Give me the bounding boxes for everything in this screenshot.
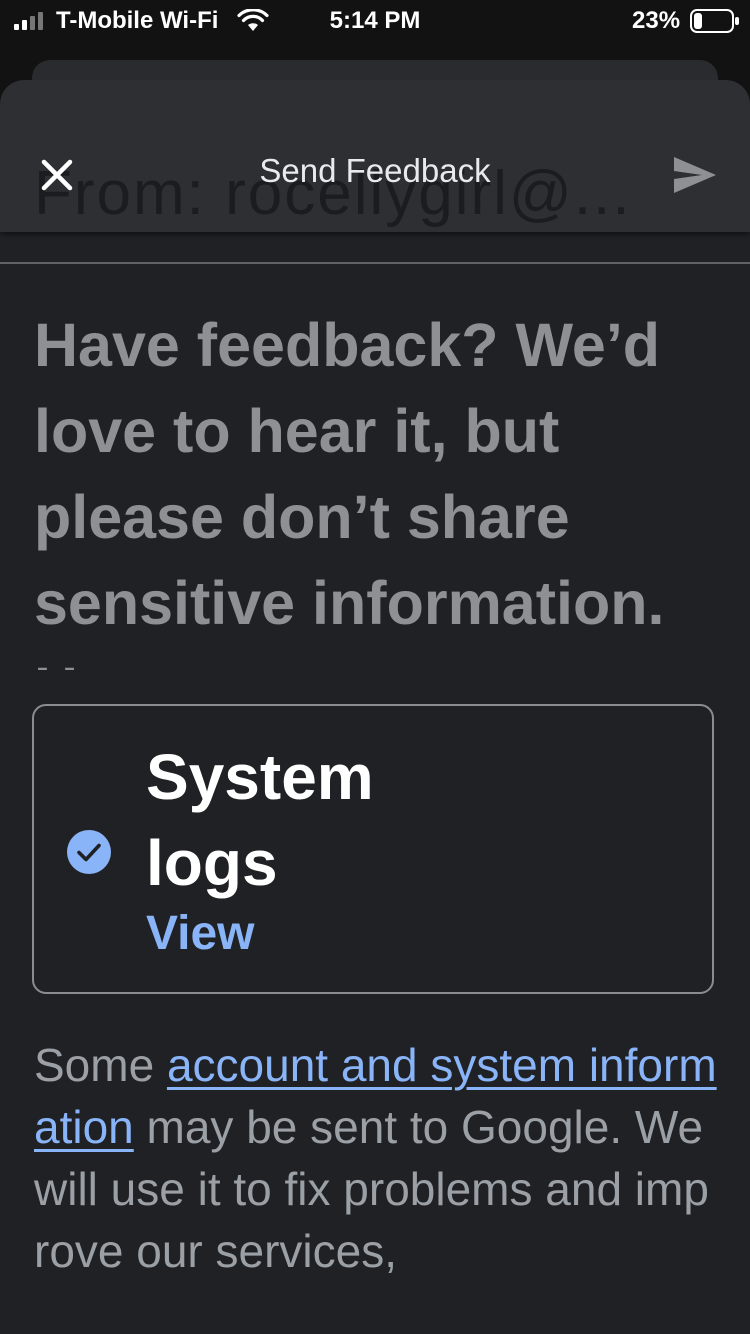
- divider: [0, 262, 750, 264]
- page-title: Send Feedback: [259, 152, 491, 189]
- view-logs-link[interactable]: View: [146, 906, 255, 961]
- check-circle-icon[interactable]: [66, 829, 112, 875]
- send-icon[interactable]: [672, 154, 718, 196]
- feedback-textarea[interactable]: Have feedback? We’d love to hear it, but…: [34, 302, 714, 670]
- system-logs-card[interactable]: System logs View: [32, 704, 714, 994]
- toolbar: From: rocellygirl@... Send Feedback: [0, 80, 750, 232]
- system-logs-label: System logs: [146, 741, 374, 899]
- battery-icon: [690, 9, 739, 33]
- info-text: Some account and system information may …: [34, 1034, 724, 1282]
- feedback-sheet: From: rocellygirl@... Send Feedback Have…: [0, 80, 750, 1334]
- status-bar: T-Mobile Wi-Fi 5:14 PM 23%: [0, 0, 750, 42]
- battery-percentage: 23%: [632, 7, 681, 34]
- info-prefix: Some: [34, 1039, 167, 1091]
- feedback-placeholder: Have feedback? We’d love to hear it, but…: [34, 311, 665, 670]
- info-suffix: may be sent to Google. We will use it to…: [34, 1101, 709, 1277]
